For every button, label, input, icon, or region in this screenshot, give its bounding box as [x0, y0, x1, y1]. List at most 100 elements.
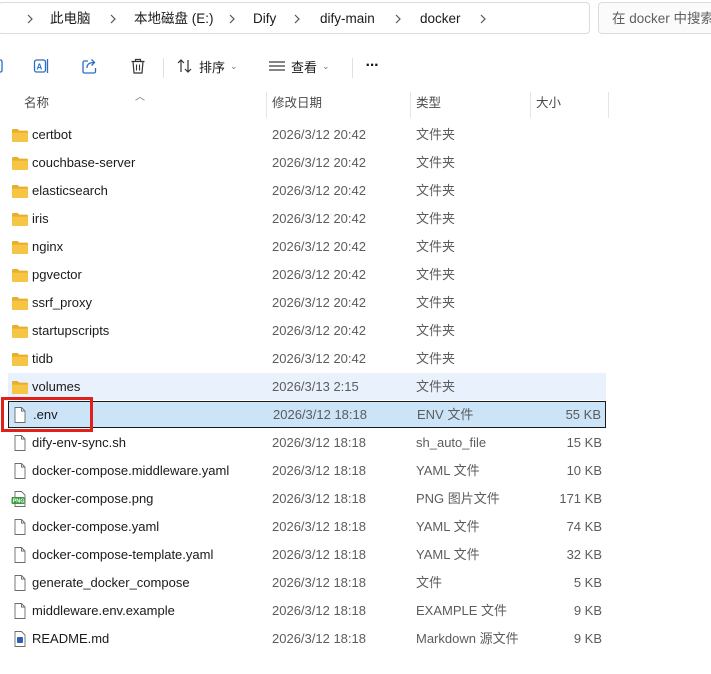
file-row[interactable]: certbot 2026/3/12 20:42 文件夹 [8, 121, 606, 148]
file-name: volumes [32, 379, 81, 394]
share-button[interactable] [78, 52, 102, 80]
file-size: 9 KB [573, 603, 602, 618]
file-type: 文件夹 [416, 379, 456, 394]
file-row[interactable]: iris 2026/3/12 20:42 文件夹 [8, 205, 606, 232]
file-icon [11, 407, 29, 423]
breadcrumb-drive-e[interactable]: 本地磁盘 (E:) [134, 3, 214, 35]
file-name: docker-compose.middleware.yaml [32, 463, 230, 478]
file-type: ENV 文件 [417, 407, 474, 422]
search-input[interactable] [599, 3, 711, 33]
file-modified-date: 2026/3/12 18:18 [272, 575, 366, 590]
file-icon [11, 519, 29, 535]
column-divider[interactable] [266, 92, 267, 118]
file-modified-date: 2026/3/12 20:42 [272, 211, 366, 226]
file-modified-date: 2026/3/12 18:18 [272, 491, 366, 506]
view-button[interactable]: 查看 ⌄ [268, 52, 344, 80]
file-modified-date: 2026/3/12 18:18 [272, 463, 366, 478]
column-date-header[interactable]: 修改日期 [272, 90, 322, 118]
file-modified-date: 2026/3/12 20:42 [272, 155, 366, 170]
breadcrumb-docker[interactable]: docker [420, 3, 461, 35]
chevron-right-icon[interactable] [107, 12, 119, 26]
chevron-right-icon[interactable] [24, 12, 36, 26]
file-name: dify-env-sync.sh [32, 435, 126, 450]
file-type: Markdown 源文件 [416, 631, 519, 646]
file-type: PNG 图片文件 [416, 491, 500, 506]
column-divider[interactable] [530, 92, 531, 118]
file-row[interactable]: middleware.env.example 2026/3/12 18:18 EXA… [8, 597, 606, 624]
file-icon [11, 547, 29, 563]
delete-button[interactable] [126, 52, 150, 80]
file-modified-date: 2026/3/12 20:42 [272, 239, 366, 254]
new-item-button[interactable] [0, 52, 8, 80]
file-type: YAML 文件 [416, 547, 480, 562]
file-modified-date: 2026/3/12 20:42 [272, 183, 366, 198]
file-row[interactable]: PNG docker-compose.png 2026/3/12 18:18 PNG … [8, 485, 606, 512]
folder-icon [11, 127, 29, 143]
file-modified-date: 2026/3/12 20:42 [272, 267, 366, 282]
chevron-right-icon[interactable] [291, 12, 303, 26]
file-row[interactable]: README.md 2026/3/12 18:18 Markdown 源文件 9 KB [8, 625, 606, 652]
file-type: 文件夹 [416, 267, 456, 282]
column-type-header[interactable]: 类型 [416, 90, 441, 118]
breadcrumb-dify-main[interactable]: dify-main [320, 3, 375, 35]
address-bar[interactable]: 此电脑 本地磁盘 (E:) Dify dify-main docker [0, 2, 590, 34]
breadcrumb-dify[interactable]: Dify [253, 3, 276, 35]
svg-text:PNG: PNG [13, 499, 25, 505]
folder-icon [11, 379, 29, 395]
file-modified-date: 2026/3/12 18:18 [272, 519, 366, 534]
chevron-down-icon: ⌄ [322, 60, 330, 71]
more-options-button[interactable]: ··· [360, 52, 384, 80]
file-row[interactable]: elasticsearch 2026/3/12 20:42 文件夹 [8, 177, 606, 204]
toolbar-separator [163, 58, 164, 78]
file-type: EXAMPLE 文件 [416, 603, 508, 618]
column-size-header[interactable]: 大小 [536, 90, 561, 118]
file-modified-date: 2026/3/12 20:42 [272, 323, 366, 338]
column-name-header[interactable]: 名称 [24, 90, 49, 118]
chevron-right-icon[interactable] [477, 12, 489, 26]
file-row[interactable]: ssrf_proxy 2026/3/12 20:42 文件夹 [8, 289, 606, 316]
chevron-right-icon[interactable] [226, 12, 238, 26]
file-name: pgvector [32, 267, 82, 282]
column-divider[interactable] [608, 92, 609, 118]
file-type: 文件夹 [416, 127, 456, 142]
file-icon [11, 575, 29, 591]
file-name: docker-compose.png [32, 491, 154, 506]
sort-label: 排序 [199, 59, 226, 75]
file-row[interactable]: pgvector 2026/3/12 20:42 文件夹 [8, 261, 606, 288]
file-name: nginx [32, 239, 64, 254]
file-modified-date: 2026/3/12 18:18 [272, 547, 366, 562]
file-row[interactable]: generate_docker_compose 2026/3/12 18:18 文件… [8, 569, 606, 596]
file-row[interactable]: dify-env-sync.sh 2026/3/12 18:18 sh_auto_f… [8, 429, 606, 456]
breadcrumb-this-pc[interactable]: 此电脑 [50, 3, 91, 35]
file-size: 171 KB [559, 491, 602, 506]
column-divider[interactable] [410, 92, 411, 118]
file-icon [11, 435, 29, 451]
file-name: README.md [32, 631, 110, 646]
file-row[interactable]: nginx 2026/3/12 20:42 文件夹 [8, 233, 606, 260]
file-modified-date: 2026/3/12 18:18 [272, 631, 366, 646]
file-modified-date: 2026/3/13 2:15 [272, 379, 359, 394]
folder-icon [11, 323, 29, 339]
file-row[interactable]: docker-compose.middleware.yaml 2026/3/12 … [8, 457, 606, 484]
file-modified-date: 2026/3/12 18:18 [272, 435, 366, 450]
rename-button[interactable]: A [30, 52, 54, 80]
sort-ascending-icon: ︿ [135, 92, 145, 103]
file-row[interactable]: tidb 2026/3/12 20:42 文件夹 [8, 345, 606, 372]
search-box[interactable] [598, 2, 711, 34]
chevron-right-icon[interactable] [392, 12, 404, 26]
file-row[interactable]: couchbase-server 2026/3/12 20:42 文件夹 [8, 149, 606, 176]
file-modified-date: 2026/3/12 20:42 [272, 295, 366, 310]
sort-button[interactable]: 排序 ⌄ [176, 52, 246, 80]
file-row[interactable]: docker-compose-template.yaml 2026/3/12 18… [8, 541, 606, 568]
file-row[interactable]: volumes 2026/3/13 2:15 文件夹 [8, 373, 606, 400]
view-label: 查看 [291, 59, 318, 75]
file-row[interactable]: startupscripts 2026/3/12 20:42 文件夹 [8, 317, 606, 344]
folder-icon [11, 267, 29, 283]
address-bar-row: 此电脑 本地磁盘 (E:) Dify dify-main docker [0, 0, 711, 36]
file-row[interactable]: .env 2026/3/12 18:18 ENV 文件 55 KB [8, 401, 606, 428]
file-type: YAML 文件 [416, 463, 480, 478]
file-size: 9 KB [573, 631, 602, 646]
file-row[interactable]: docker-compose.yaml 2026/3/12 18:18 YAML 文… [8, 513, 606, 540]
file-name: couchbase-server [32, 155, 136, 170]
file-size: 5 KB [573, 575, 602, 590]
